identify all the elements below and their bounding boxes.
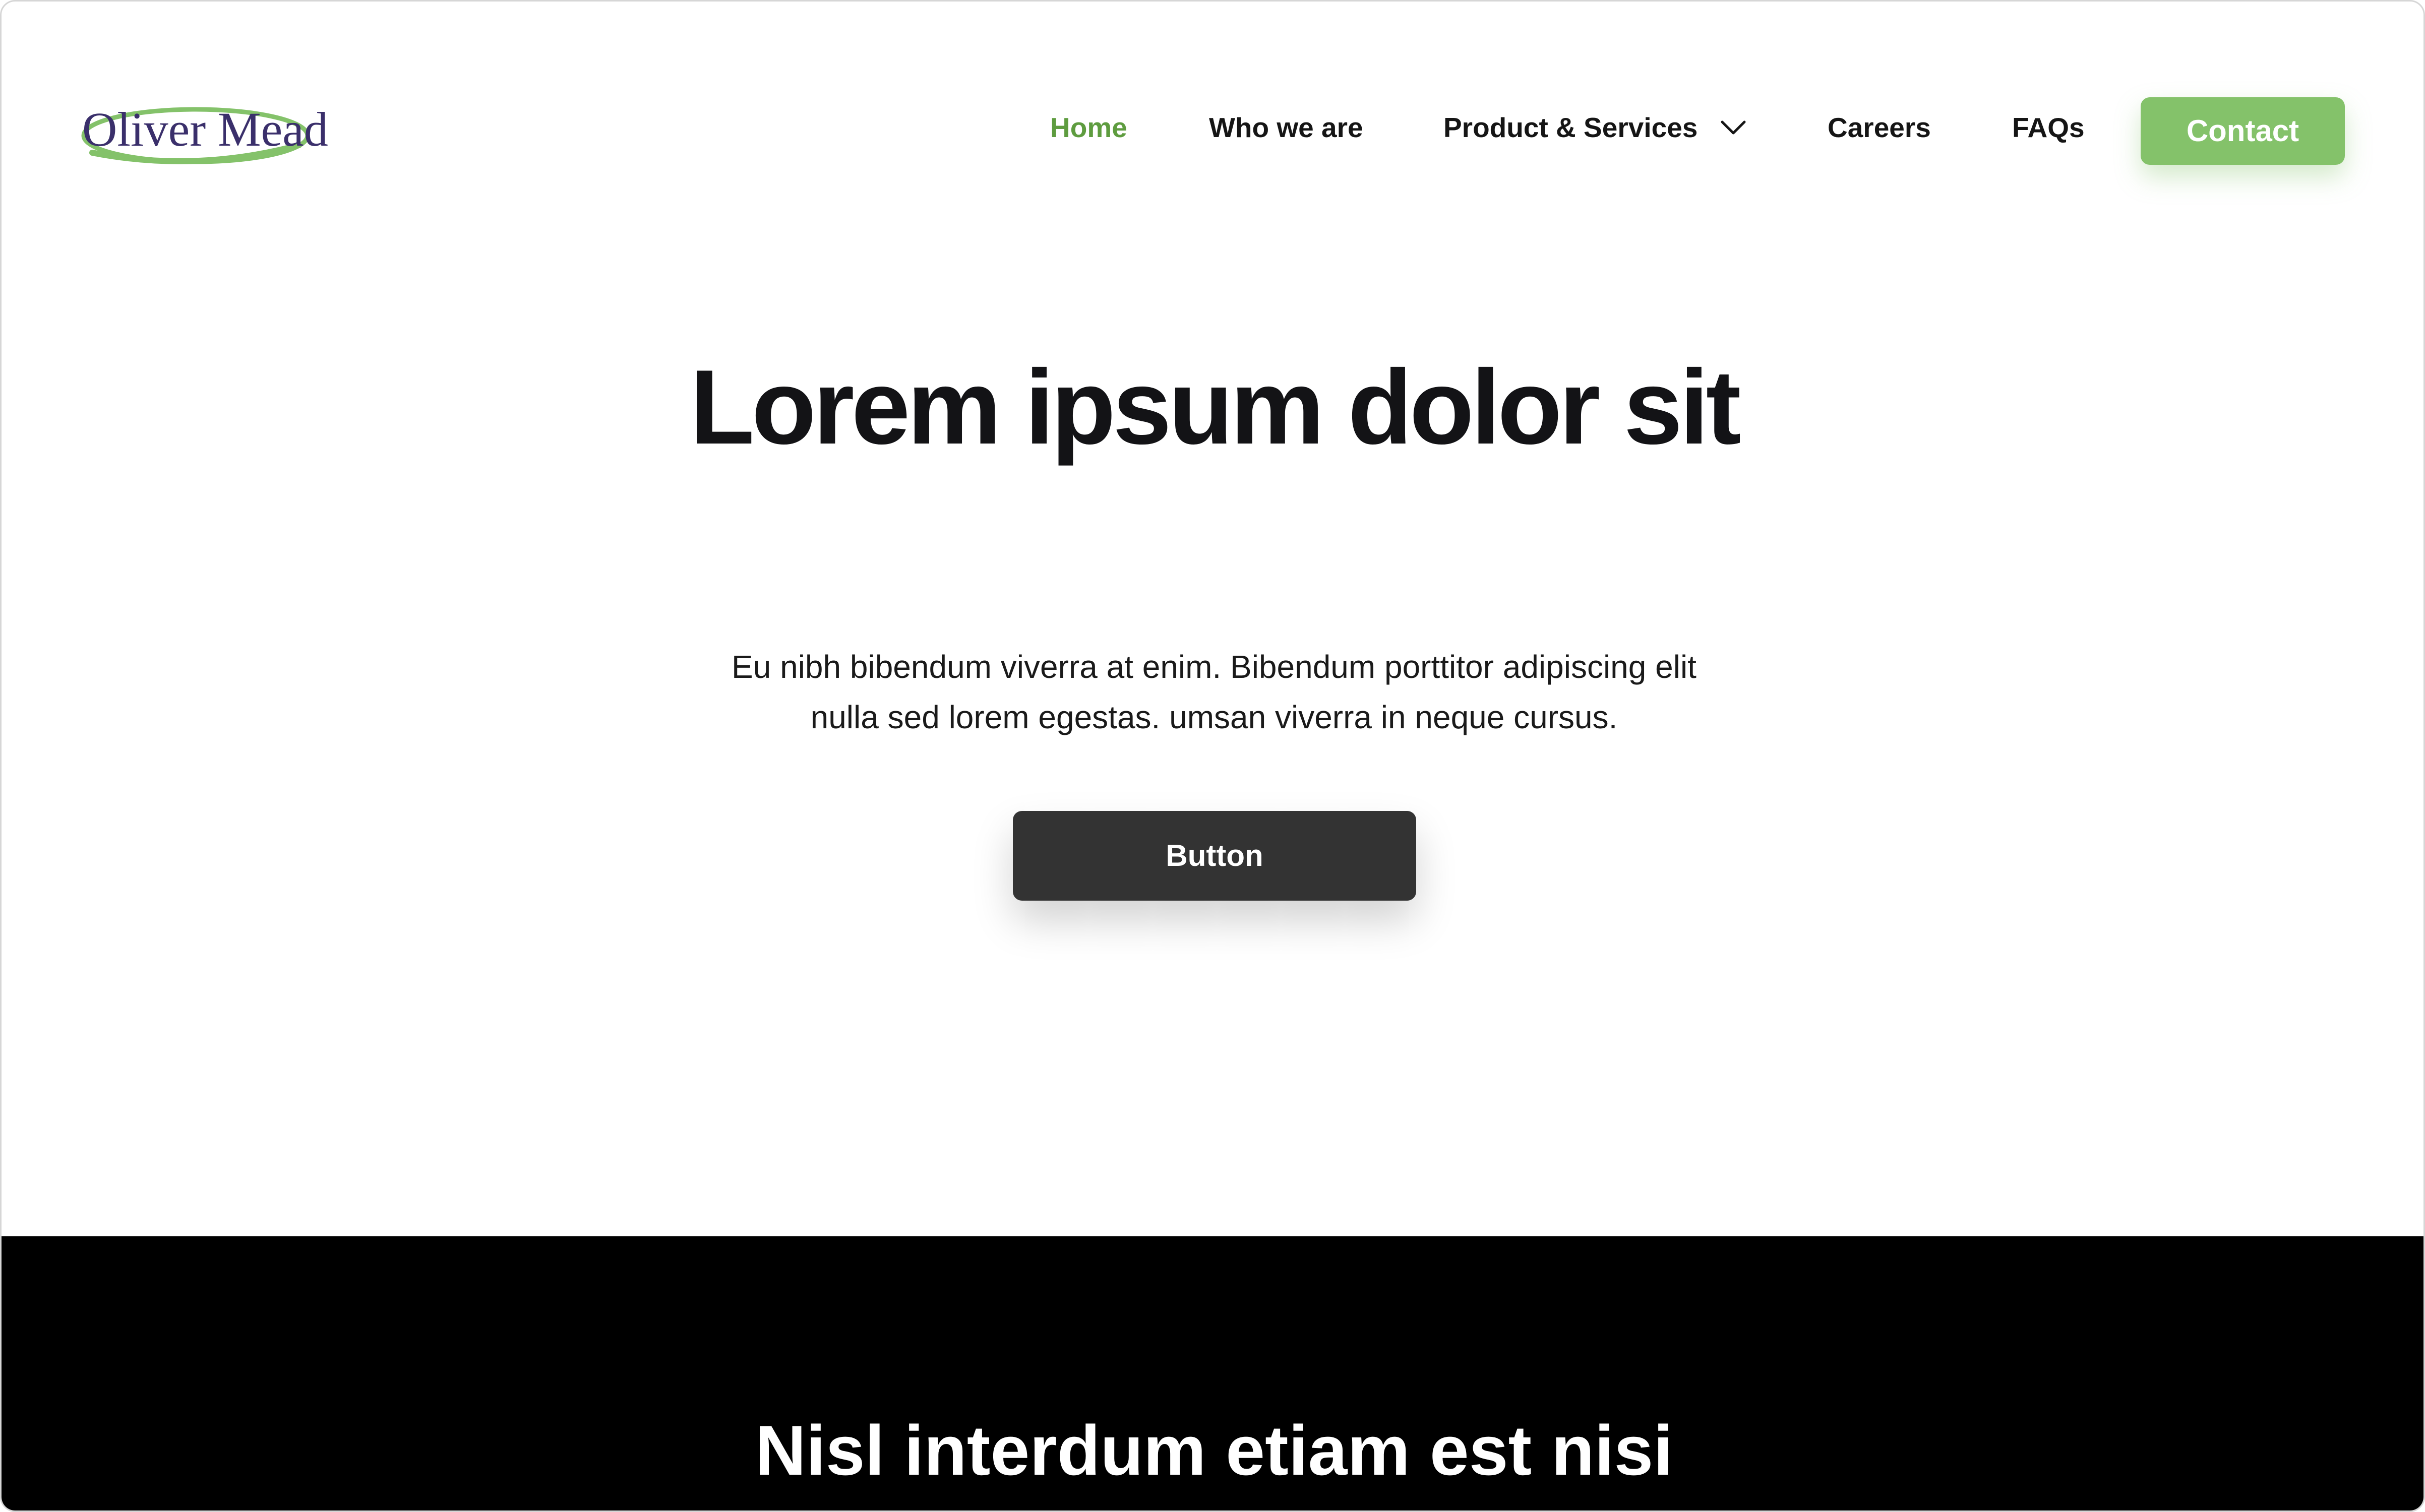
dark-section: Nisl interdum etiam est nisi [2, 1236, 2423, 1510]
nav-item-product-services[interactable]: Product & Services [1443, 112, 1746, 143]
dark-section-title: Nisl interdum etiam est nisi [755, 1411, 1673, 1490]
nav-item-product-services-label: Product & Services [1443, 112, 1698, 143]
site-header: Oliver Mead Home Who we are Product & Se… [2, 2, 2423, 213]
hero-title: Lorem ipsum dolor sit [690, 348, 1741, 466]
nav-item-who-we-are[interactable]: Who we are [1209, 112, 1363, 143]
chevron-down-icon[interactable] [1718, 115, 1748, 140]
contact-button[interactable]: Contact [2141, 97, 2345, 165]
nav-item-careers[interactable]: Careers [1828, 112, 1931, 143]
nav-item-home[interactable]: Home [1050, 112, 1127, 143]
hero-description: Eu nibh bibendum viverra at enim. Bibend… [732, 649, 1696, 735]
main-nav: Home Who we are Product & Services Caree… [2, 112, 2423, 143]
page: Oliver Mead Home Who we are Product & Se… [0, 0, 2425, 1512]
hero-button[interactable]: Button [1013, 811, 1416, 901]
nav-item-faqs[interactable]: FAQs [2012, 112, 2085, 143]
